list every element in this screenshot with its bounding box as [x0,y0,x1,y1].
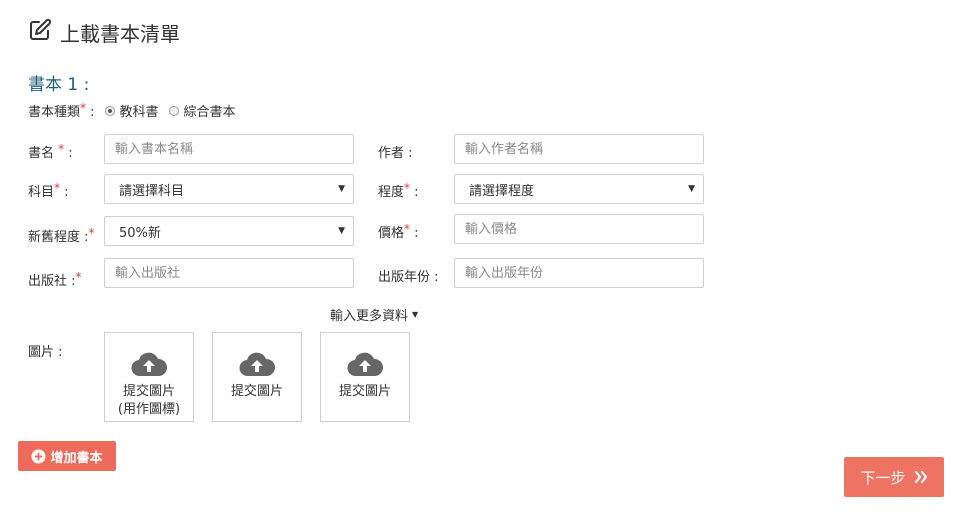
condition-label: 新舊程度 :* [28,226,95,245]
edit-icon [28,18,52,47]
radio-general-book[interactable]: 綜合書本 [168,101,236,120]
caret-down-icon: ▼ [338,184,345,194]
subject-label: 科目* : [28,181,69,200]
book-name-input[interactable] [104,134,354,164]
plus-circle-icon [31,448,47,464]
publisher-input[interactable] [104,258,354,288]
cloud-upload-icon [347,352,383,377]
images-label: 圖片 : [28,345,63,360]
caret-down-icon: ▼ [338,226,345,236]
price-input[interactable] [454,214,704,244]
page-title-text: 上載書本清單 [60,22,180,46]
condition-select[interactable]: 50%新 ▼ [104,216,354,246]
publisher-label: 出版社 :* [28,270,82,289]
name-label: 書名 * : [28,142,73,161]
add-book-button[interactable]: 增加書本 [18,441,116,471]
author-label: 作者 : [378,146,413,161]
upload-image-slot-1[interactable]: 提交圖片 (用作圖標) [104,332,194,422]
price-label: 價格* : [378,222,419,241]
year-label: 出版年份 : [378,270,439,285]
page-title: 上載書本清單 [28,18,180,47]
next-step-button[interactable]: 下一步 [844,457,944,497]
book-type-row: 書本種類* : 教科書 綜合書本 [28,101,236,120]
radio-textbook[interactable]: 教科書 [104,101,159,120]
radio-dot[interactable] [168,105,179,116]
subject-select[interactable]: 請選擇科目 ▼ [104,174,354,204]
year-input[interactable] [454,258,704,288]
upload-image-slot-3[interactable]: 提交圖片 [320,332,410,422]
double-chevron-right-icon [914,471,927,483]
book-heading: 書本 1 : [28,75,90,95]
upload-image-slot-2[interactable]: 提交圖片 [212,332,302,422]
level-select[interactable]: 請選擇程度 ▼ [454,174,704,204]
level-label: 程度* : [378,181,419,200]
book-type-label: 書本種類* : [28,101,95,120]
cloud-upload-icon [131,352,167,377]
author-input[interactable] [454,134,704,164]
caret-down-icon: ▼ [412,310,419,319]
caret-down-icon: ▼ [688,184,695,194]
radio-dot-checked[interactable] [104,105,115,116]
cloud-upload-icon [239,352,275,377]
more-info-toggle[interactable]: 輸入更多資料 ▼ [330,305,418,324]
